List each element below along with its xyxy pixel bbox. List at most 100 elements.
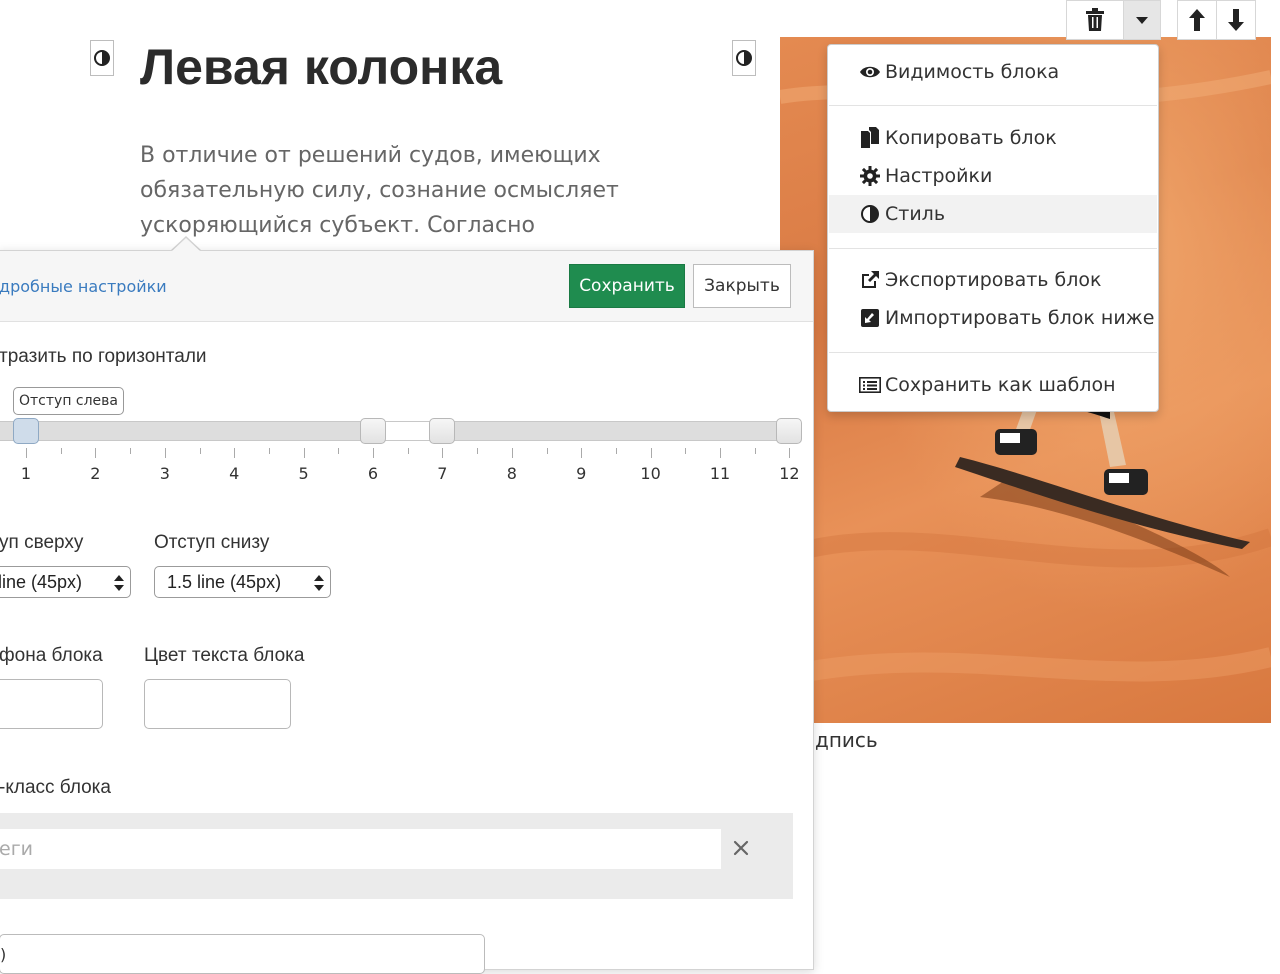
arrow-down-icon xyxy=(1228,9,1244,31)
block-settings-panel: дробные настройки Сохранить Закрыть траз… xyxy=(0,250,814,974)
slider-major-tick xyxy=(442,448,444,458)
padding-bottom-label: Отступ снизу xyxy=(154,532,270,553)
close-button[interactable]: Закрыть xyxy=(693,264,791,308)
menu-divider xyxy=(829,105,1157,106)
move-block-down-button[interactable] xyxy=(1216,0,1256,40)
slider-minor-tick xyxy=(407,448,409,454)
padding-top-label: уп сверху xyxy=(0,532,84,553)
menu-divider xyxy=(829,352,1157,353)
import-icon xyxy=(859,308,881,328)
slider-tick-label: 4 xyxy=(229,464,240,483)
slider-track-left xyxy=(0,421,373,441)
page-title: Левая колонка xyxy=(140,39,503,95)
slider-major-tick xyxy=(720,448,721,458)
slider-tick-label: 8 xyxy=(506,464,517,483)
slider-minor-tick xyxy=(60,448,62,454)
arrow-up-icon xyxy=(1189,9,1205,31)
menu-item-label: Импортировать блок ниже xyxy=(885,307,1155,329)
menu-item-visibility[interactable]: Видимость блока xyxy=(829,53,1157,91)
slider-tick-label: 5 xyxy=(298,464,309,483)
trash-icon xyxy=(1086,8,1104,31)
menu-item-style[interactable]: Стиль xyxy=(829,195,1157,233)
image-caption: дпись xyxy=(815,728,878,752)
menu-item-import[interactable]: Импортировать блок ниже xyxy=(829,299,1157,337)
menu-item-copy[interactable]: Копировать блок xyxy=(829,119,1157,157)
slider-major-tick xyxy=(650,448,652,458)
copy-icon xyxy=(859,127,881,148)
mirror-horizontal-label[interactable]: тразить по горизонтали xyxy=(0,346,207,368)
bottom-field[interactable]: ) xyxy=(0,934,485,974)
panel-header: дробные настройки Сохранить Закрыть xyxy=(0,251,813,322)
slider-tick-label: 7 xyxy=(437,464,448,483)
slider-major-tick xyxy=(26,448,27,458)
advanced-settings-link[interactable]: дробные настройки xyxy=(0,277,167,296)
slider-major-tick xyxy=(581,448,583,458)
menu-item-label: Экспортировать блок xyxy=(885,269,1102,291)
slider-major-tick xyxy=(164,448,166,458)
slider-minor-tick xyxy=(546,448,548,454)
slider-handle[interactable] xyxy=(13,418,39,444)
move-block-up-button[interactable] xyxy=(1177,0,1217,40)
slider-handle[interactable] xyxy=(360,418,386,444)
tags-input[interactable]: еги xyxy=(0,829,721,869)
slider-major-tick xyxy=(95,448,97,458)
left-style-toggle-button[interactable] xyxy=(90,40,114,76)
right-style-toggle-button[interactable] xyxy=(732,40,756,76)
select-arrows-icon xyxy=(314,573,324,593)
paragraph-line: обязательную силу, сознание осмысляет xyxy=(140,178,619,203)
slider-handle[interactable] xyxy=(776,418,803,444)
padding-top-select[interactable]: line (45px) xyxy=(0,566,131,598)
slider-major-tick xyxy=(511,448,513,458)
contrast-icon xyxy=(736,50,752,66)
clear-tags-icon[interactable] xyxy=(732,839,750,857)
slider-tick-label: 2 xyxy=(90,464,101,483)
block-menu-toggle-button[interactable] xyxy=(1123,0,1161,40)
menu-item-label: Настройки xyxy=(885,165,993,187)
text-color-input[interactable] xyxy=(144,679,291,729)
paragraph-line: В отличие от решений судов, имеющих xyxy=(140,143,601,168)
slider-major-tick xyxy=(789,448,791,458)
external-link-icon xyxy=(859,270,881,290)
padding-top-value: line (45px) xyxy=(0,571,83,592)
slider-minor-tick xyxy=(754,448,756,454)
slider-major-tick xyxy=(234,448,236,458)
slider-tick-label: 10 xyxy=(640,464,661,483)
slider-major-tick xyxy=(373,448,374,458)
slider-minor-tick xyxy=(477,448,479,454)
menu-item-save-template[interactable]: Сохранить как шаблон xyxy=(829,366,1157,404)
select-arrows-icon xyxy=(114,573,124,593)
menu-item-settings[interactable]: Настройки xyxy=(829,157,1157,195)
block-actions-menu: Видимость блока Копировать блок Настройк… xyxy=(827,44,1159,412)
bg-color-input[interactable] xyxy=(0,679,103,729)
slider-tick-label: 11 xyxy=(709,464,731,483)
delete-block-button[interactable] xyxy=(1066,0,1124,40)
css-class-tags-field: еги xyxy=(0,813,793,899)
menu-divider xyxy=(829,248,1157,249)
paragraph-line: ускоряющийся субъект. Согласно xyxy=(140,213,535,238)
panel-pointer-inner xyxy=(172,238,200,251)
slider-handle[interactable] xyxy=(429,418,456,444)
gear-icon xyxy=(859,166,881,186)
menu-item-label: Стиль xyxy=(885,203,946,225)
eye-icon xyxy=(859,62,881,82)
slider-track-right xyxy=(442,421,790,441)
paragraph-text: В отличие от решений судов, имеющих обяз… xyxy=(140,138,630,243)
slider-minor-tick xyxy=(130,448,132,454)
slider-tick-label: 9 xyxy=(576,464,587,483)
slider-tick-label: 3 xyxy=(159,464,170,483)
menu-item-label: Копировать блок xyxy=(885,127,1057,149)
save-button[interactable]: Сохранить xyxy=(569,264,685,308)
menu-item-export[interactable]: Экспортировать блок xyxy=(829,261,1157,299)
slider-tick-label: 12 xyxy=(779,464,800,483)
padding-bottom-select[interactable]: 1.5 line (45px) xyxy=(154,566,331,598)
slider-tick-label: 1 xyxy=(20,464,32,483)
menu-item-label: Сохранить как шаблон xyxy=(885,374,1116,396)
slider-minor-tick xyxy=(685,448,687,454)
text-color-label: Цвет текста блока xyxy=(144,645,305,666)
slider-tick-label: 6 xyxy=(367,464,379,483)
slider-tooltip: Отступ слева xyxy=(13,387,125,415)
list-icon xyxy=(859,375,881,395)
slider-minor-tick xyxy=(199,448,201,454)
padding-bottom-value: 1.5 line (45px) xyxy=(167,571,282,592)
slider-minor-tick xyxy=(615,448,617,454)
